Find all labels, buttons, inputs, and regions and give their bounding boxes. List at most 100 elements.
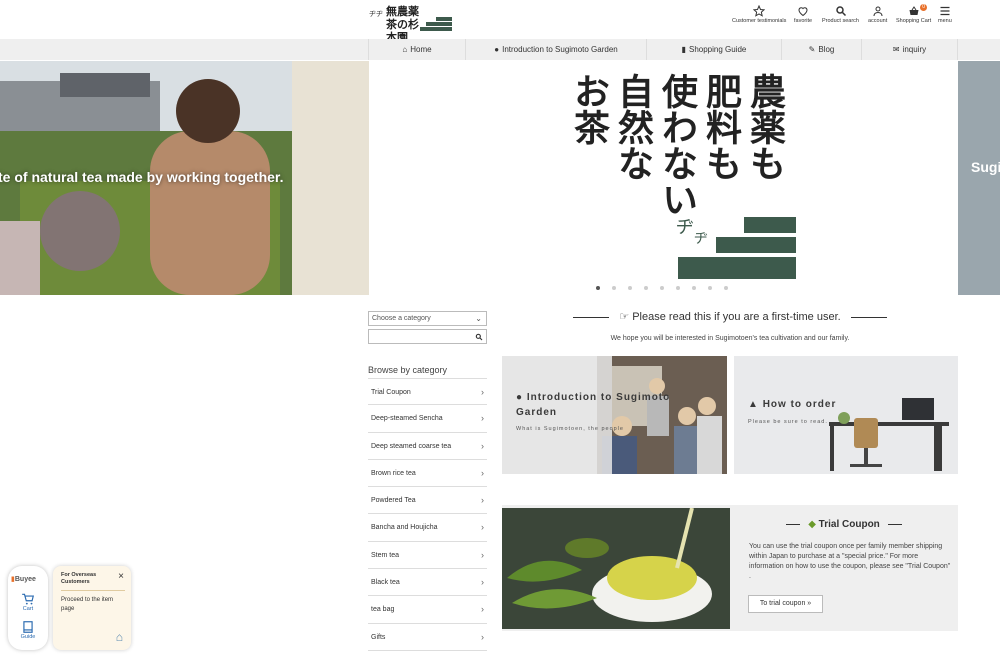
divider xyxy=(887,523,902,525)
book-icon: ▮ xyxy=(681,45,686,54)
trial-coupon-title: ◆ Trial Coupon xyxy=(730,519,958,530)
menu-button[interactable]: menu xyxy=(938,5,952,24)
search-icon xyxy=(835,6,846,17)
svg-text:ヂ: ヂ xyxy=(676,217,694,238)
icon-label: account xyxy=(868,18,888,24)
icon-label: Product search xyxy=(822,18,859,24)
home-icon: ⌂ xyxy=(402,45,408,54)
site-logo[interactable]: ヂヂ 無農薬茶の杉本園 xyxy=(368,5,454,44)
category-item[interactable]: Brown rice tea › xyxy=(368,460,487,488)
nav-blog[interactable]: ✎ Blog xyxy=(781,39,861,60)
basket-icon xyxy=(909,6,919,15)
how-to-order-title-text: How to order xyxy=(762,399,837,410)
category-item[interactable]: Bancha and Houjicha › xyxy=(368,514,487,542)
calligraphy-text: 農薬も 肥料も 使わない 自然な お茶 xyxy=(527,73,787,233)
to-trial-coupon-button[interactable]: To trial coupon » xyxy=(748,595,823,613)
buyee-guide-button[interactable]: Guide xyxy=(8,620,48,640)
calligraphy-line: 肥料も xyxy=(700,73,742,181)
heart-icon xyxy=(798,7,808,17)
chevron-right-icon: › xyxy=(481,440,484,451)
menu-icon xyxy=(940,6,950,16)
star-icon xyxy=(753,5,766,17)
envelope-icon: ✉ xyxy=(892,45,900,54)
first-time-subtext: We hope you will be interested in Sugimo… xyxy=(610,335,850,342)
buyee-panel: For Overseas Customers × Proceed to the … xyxy=(53,566,131,650)
intro-card-subtitle: What is Sugimotoen, the people xyxy=(516,426,624,432)
slide-caption: Sugi xyxy=(971,159,1000,175)
nav-shopping-guide[interactable]: ▮ Shopping Guide xyxy=(646,39,781,60)
slider-dot[interactable] xyxy=(628,286,632,290)
slider-dot[interactable] xyxy=(612,286,616,290)
category-item[interactable]: Black tea › xyxy=(368,569,487,597)
slide-photo-tea-time[interactable]: te of natural tea made by working togeth… xyxy=(0,61,369,295)
icon-label: Customer testimonials xyxy=(732,18,787,24)
buyee-panel-title: For Overseas Customers xyxy=(61,572,97,585)
how-to-order-card[interactable]: ▲ How to order Please be sure to read. xyxy=(734,356,958,474)
close-icon[interactable]: × xyxy=(118,571,124,582)
chevron-down-icon: ⌄ xyxy=(475,314,482,323)
buyee-panel-text[interactable]: Proceed to the item page xyxy=(61,596,117,614)
product-search-link[interactable]: Product search xyxy=(822,5,859,24)
buyee-cart-label: Cart xyxy=(22,606,34,612)
category-item[interactable]: Stem tea › xyxy=(368,542,487,570)
category-label: Gifts xyxy=(371,633,386,641)
user-icon: ● xyxy=(494,45,500,54)
category-select[interactable]: Choose a category ⌄ xyxy=(368,311,487,326)
nav-inquiry[interactable]: ✉ inquiry xyxy=(861,39,958,60)
buyee-cart-button[interactable]: Cart xyxy=(8,592,48,612)
chevron-right-icon: › xyxy=(481,387,484,397)
customer-testimonials-link[interactable]: Customer testimonials xyxy=(732,5,786,24)
slider-dot[interactable] xyxy=(692,286,696,290)
slider-dot[interactable] xyxy=(724,286,728,290)
category-item[interactable]: Gifts › xyxy=(368,624,487,651)
desk-photo xyxy=(734,356,958,474)
chevron-right-icon: › xyxy=(481,604,484,615)
category-item[interactable]: Powdered Tea › xyxy=(368,487,487,515)
green-tea-illustration xyxy=(502,508,730,629)
chevron-right-icon: › xyxy=(481,522,484,533)
category-label: Bancha and Houjicha xyxy=(371,524,438,532)
favorite-link[interactable]: favorite xyxy=(794,5,812,24)
svg-text:ヂ: ヂ xyxy=(694,231,708,247)
category-label: Trial Coupon xyxy=(371,389,411,396)
basket-icon: ▲ xyxy=(748,399,763,410)
first-time-heading: ☞ Please read this if you are a first-ti… xyxy=(502,310,958,323)
slider-dot[interactable] xyxy=(676,286,680,290)
slider-dot-active[interactable] xyxy=(596,286,600,290)
category-item[interactable]: tea bag › xyxy=(368,596,487,624)
user-icon: ● xyxy=(516,392,527,403)
slide-next-peek[interactable]: Sugi xyxy=(958,61,1000,295)
hero-slider[interactable]: te of natural tea made by working togeth… xyxy=(0,61,1000,295)
category-item[interactable]: Deep steamed coarse tea › xyxy=(368,433,487,460)
buyee-logo[interactable]: ▮Buyee xyxy=(11,575,36,583)
category-label: Deep-steamed Sencha xyxy=(371,415,443,423)
shopping-cart-link[interactable]: Shopping Cart 0 xyxy=(896,4,932,24)
category-item[interactable]: Deep-steamed Sencha › xyxy=(368,405,487,433)
category-label: Powdered Tea xyxy=(371,497,416,505)
nav-introduction[interactable]: ● Introduction to Sugimoto Garden xyxy=(465,39,646,60)
chevron-right-icon: › xyxy=(481,495,484,506)
buyee-brand: Buyee xyxy=(14,576,36,583)
slide-main-calligraphy[interactable]: 農薬も 肥料も 使わない 自然な お茶 ヂ ヂ xyxy=(369,61,958,295)
how-to-order-subtitle: Please be sure to read. xyxy=(748,419,828,425)
slider-dot[interactable] xyxy=(708,286,712,290)
category-list: Trial Coupon › Deep-steamed Sencha › Deep … xyxy=(368,378,487,651)
buyee-guide-label: Guide xyxy=(20,634,36,640)
category-item[interactable]: Trial Coupon › xyxy=(368,378,487,406)
search-input[interactable] xyxy=(368,329,487,344)
icon-label: Shopping Cart xyxy=(896,18,932,24)
category-label: Black tea xyxy=(371,579,400,587)
chevron-right-icon: › xyxy=(481,467,484,478)
slider-dot[interactable] xyxy=(660,286,664,290)
calligraphy-line: 使わない xyxy=(656,73,698,217)
chevron-right-icon: › xyxy=(481,631,484,642)
buyee-widget: ▮Buyee Cart Guide xyxy=(8,566,48,650)
intro-card-title-line2: Garden xyxy=(516,407,558,418)
slider-dot[interactable] xyxy=(644,286,648,290)
category-label: Brown rice tea xyxy=(371,469,416,477)
account-link[interactable]: account xyxy=(868,5,887,24)
search-icon[interactable] xyxy=(475,333,483,341)
intro-card[interactable]: ● Introduction to Sugimoto Garden What is… xyxy=(502,356,727,474)
green-tea-photo xyxy=(502,508,730,629)
nav-home[interactable]: ⌂ Home xyxy=(368,39,465,60)
